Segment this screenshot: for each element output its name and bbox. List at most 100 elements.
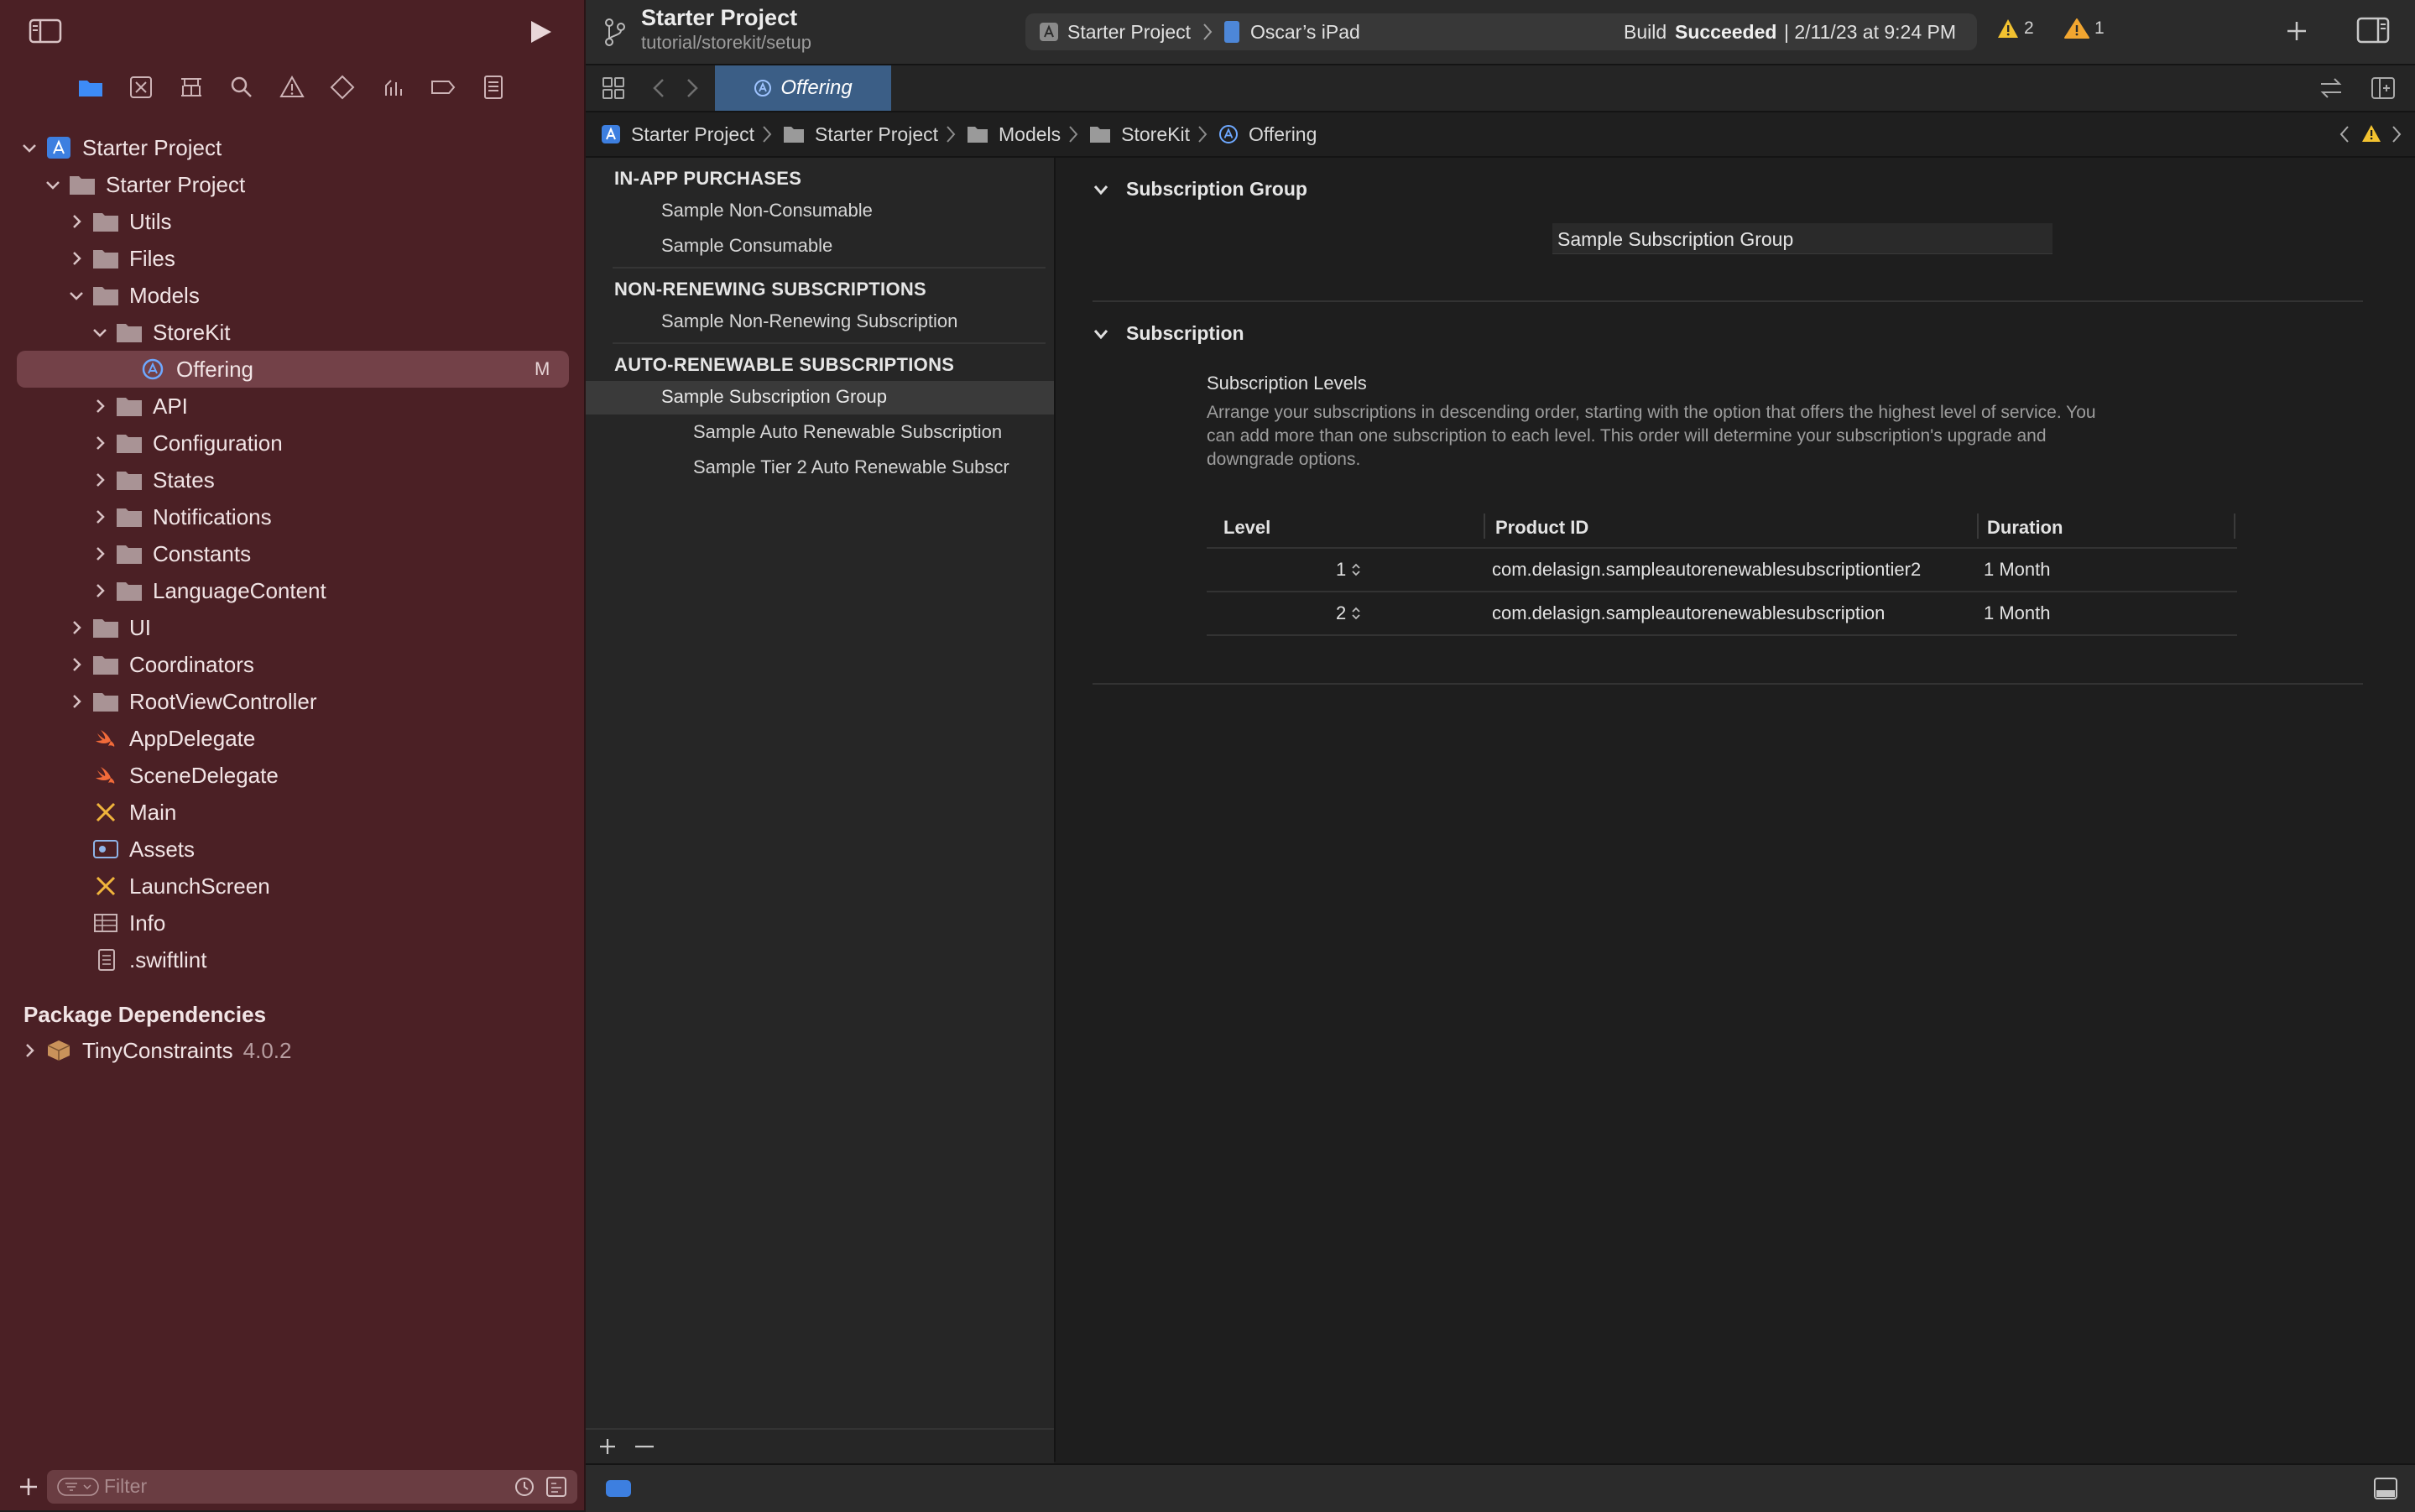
warning-icon[interactable]: [2361, 124, 2381, 143]
chevron-right-icon[interactable]: [67, 618, 86, 637]
add-file-icon[interactable]: [17, 1475, 40, 1499]
tree-item-files[interactable]: Files: [67, 240, 175, 277]
breadcrumb-project[interactable]: Starter Project: [601, 123, 754, 146]
add-editor-icon[interactable]: [2370, 76, 2397, 101]
breakpoint-navigator-icon[interactable]: [430, 74, 456, 101]
chevron-right-icon[interactable]: [91, 434, 109, 452]
chevron-down-icon[interactable]: [1093, 327, 1109, 341]
debug-navigator-icon[interactable]: [379, 74, 406, 101]
tree-item-swiftlint[interactable]: .swiftlint: [92, 941, 206, 978]
level-stepper-icon[interactable]: [1351, 562, 1361, 577]
add-item-icon[interactable]: [597, 1436, 618, 1457]
tree-item-appdelegate[interactable]: AppDelegate: [92, 720, 255, 757]
chevron-right-icon[interactable]: [67, 249, 86, 268]
swap-editor-icon[interactable]: [2318, 76, 2345, 101]
breadcrumb-offering[interactable]: Offering: [1218, 123, 1317, 146]
auto-renewable-header: AUTO-RENEWABLE SUBSCRIPTIONS: [614, 354, 955, 375]
tree-item-main[interactable]: Main: [92, 794, 176, 831]
tree-item-languagecontent[interactable]: LanguageContent: [91, 572, 326, 609]
symbol-navigator-icon[interactable]: [178, 74, 205, 101]
reference-name-field[interactable]: Sample Subscription Group: [1552, 223, 2052, 254]
inspector-toggle-icon[interactable]: [2356, 17, 2390, 44]
list-item[interactable]: Sample Consumable: [661, 235, 832, 257]
chevron-down-icon[interactable]: [67, 286, 86, 305]
next-issue-icon[interactable]: [2390, 124, 2403, 144]
chevron-down-icon[interactable]: [20, 138, 39, 157]
test-navigator-icon[interactable]: [329, 74, 356, 101]
tree-item-constants[interactable]: Constants: [91, 535, 251, 572]
issue-navigator-icon[interactable]: [279, 74, 305, 101]
debug-area-indicator-icon[interactable]: [606, 1480, 631, 1497]
tree-item-offering[interactable]: Offering: [139, 351, 253, 388]
tree-item-assets[interactable]: Assets: [92, 831, 195, 868]
list-item[interactable]: Sample Tier 2 Auto Renewable Subscr: [693, 456, 1009, 478]
folder-navigator-icon[interactable]: [77, 74, 104, 101]
column-header-product-id[interactable]: Product ID: [1495, 517, 1588, 539]
filter-options-icon[interactable]: [57, 1477, 99, 1497]
destination-selector[interactable]: Oscar’s iPad: [1250, 21, 1360, 44]
chevron-right-icon[interactable]: [91, 545, 109, 563]
tree-item-info[interactable]: Info: [92, 905, 165, 941]
tree-item-ui[interactable]: UI: [67, 609, 151, 646]
tree-item-rootviewcontroller[interactable]: RootViewController: [67, 683, 317, 720]
find-navigator-icon[interactable]: [228, 74, 255, 101]
tree-item-storekit[interactable]: StoreKit: [91, 314, 231, 351]
sidebar-toggle-icon[interactable]: [29, 18, 62, 44]
chevron-right-icon[interactable]: [91, 581, 109, 600]
tree-item-states[interactable]: States: [91, 461, 215, 498]
breadcrumb-models[interactable]: Models: [967, 123, 1061, 146]
remove-item-icon[interactable]: [633, 1436, 656, 1457]
column-header-level[interactable]: Level: [1223, 517, 1270, 539]
forward-arrow-icon[interactable]: [685, 77, 700, 99]
tree-item-group[interactable]: Starter Project: [44, 166, 245, 203]
tree-item-configuration[interactable]: Configuration: [91, 425, 283, 461]
level-stepper-icon[interactable]: [1351, 606, 1361, 621]
source-control-filter-icon[interactable]: [545, 1476, 567, 1498]
chevron-right-icon[interactable]: [67, 212, 86, 231]
recent-files-icon[interactable]: [514, 1476, 535, 1498]
chevron-down-icon[interactable]: [44, 175, 62, 194]
chevron-right-icon[interactable]: [91, 397, 109, 415]
chevron-down-icon[interactable]: [91, 323, 109, 342]
list-item[interactable]: Sample Non-Renewing Subscription: [661, 310, 957, 332]
warnings-indicator[interactable]: 2: [1997, 18, 2034, 39]
chevron-right-icon[interactable]: [20, 1041, 39, 1060]
list-item[interactable]: Sample Non-Consumable: [661, 200, 873, 222]
chevron-right-icon[interactable]: [91, 471, 109, 489]
branch-name[interactable]: tutorial/storekit/setup: [641, 32, 811, 54]
run-button[interactable]: [527, 18, 554, 45]
breadcrumb-storekit[interactable]: StoreKit: [1089, 123, 1190, 146]
subscription-section[interactable]: Subscription: [1093, 322, 1244, 345]
tree-item-package[interactable]: TinyConstraints 4.0.2: [20, 1032, 291, 1069]
tree-item-notifications[interactable]: Notifications: [91, 498, 272, 535]
report-navigator-icon[interactable]: [480, 74, 507, 101]
library-add-icon[interactable]: [2284, 18, 2309, 44]
chevron-right-icon[interactable]: [91, 508, 109, 526]
previous-issue-icon[interactable]: [2338, 124, 2351, 144]
chevron-right-icon[interactable]: [67, 692, 86, 711]
chevron-right-icon[interactable]: [67, 655, 86, 674]
chevron-down-icon[interactable]: [1093, 183, 1109, 196]
tree-item-coordinators[interactable]: Coordinators: [67, 646, 254, 683]
table-row[interactable]: 1 com.delasign.sampleautorenewablesubscr…: [1207, 549, 2237, 591]
subscription-group-section[interactable]: Subscription Group: [1093, 178, 1307, 201]
scheme-selector[interactable]: Starter Project: [1067, 21, 1191, 44]
tree-item-utils[interactable]: Utils: [67, 203, 172, 240]
tree-item-models[interactable]: Models: [67, 277, 200, 314]
filter-field[interactable]: Filter: [47, 1470, 577, 1504]
table-row[interactable]: 2 com.delasign.sampleautorenewablesubscr…: [1207, 592, 2237, 634]
source-control-navigator-icon[interactable]: [128, 74, 154, 101]
related-items-grid-icon[interactable]: [601, 76, 626, 101]
tab-offering[interactable]: Offering: [715, 65, 891, 111]
column-header-duration[interactable]: Duration: [1987, 517, 2063, 539]
tree-item-launchscreen[interactable]: LaunchScreen: [92, 868, 270, 905]
back-arrow-icon[interactable]: [651, 77, 666, 99]
runtime-issues-indicator[interactable]: 1: [2064, 18, 2105, 39]
tree-item-api[interactable]: API: [91, 388, 188, 425]
debug-area-toggle-icon[interactable]: [2373, 1477, 2398, 1500]
subscription-group-item[interactable]: Sample Subscription Group: [661, 386, 887, 408]
list-item[interactable]: Sample Auto Renewable Subscription: [693, 421, 1002, 443]
breadcrumb-group[interactable]: Starter Project: [783, 123, 938, 146]
tree-item-project[interactable]: Starter Project: [20, 129, 222, 166]
tree-item-scenedelegate[interactable]: SceneDelegate: [92, 757, 279, 794]
